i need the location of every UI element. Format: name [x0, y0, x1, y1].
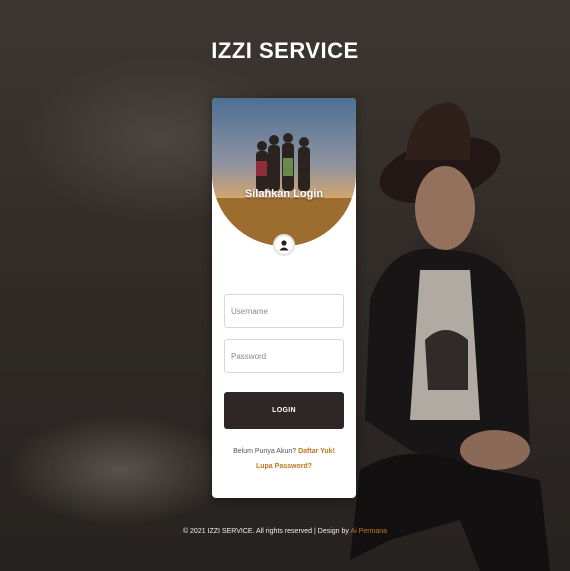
login-card: Silahkan Login LOGIN Belum Punya Akun? D… — [212, 98, 356, 498]
username-input[interactable] — [224, 294, 344, 328]
password-input[interactable] — [224, 339, 344, 373]
brand-title: IZZI SERVICE — [211, 38, 359, 63]
footer: © 2021 IZZI SERVICE. All rights reserved… — [0, 528, 570, 535]
login-button[interactable]: LOGIN — [224, 392, 344, 429]
signup-prompt: Belum Punya Akun? — [233, 448, 297, 455]
signup-link[interactable]: Daftar Yuk! — [298, 448, 335, 455]
footer-author-link[interactable]: Ai Permana — [350, 528, 387, 535]
signup-row: Belum Punya Akun? Daftar Yuk! — [212, 448, 356, 455]
forgot-password-link[interactable]: Lupa Password? — [256, 463, 312, 470]
login-hero-image: Silahkan Login — [212, 98, 356, 246]
group-photo-image — [212, 98, 356, 246]
forgot-password-row: Lupa Password? — [212, 463, 356, 470]
login-heading: Silahkan Login — [244, 188, 324, 200]
footer-text: © 2021 IZZI SERVICE. All rights reserved… — [182, 528, 349, 535]
user-icon — [273, 234, 295, 256]
